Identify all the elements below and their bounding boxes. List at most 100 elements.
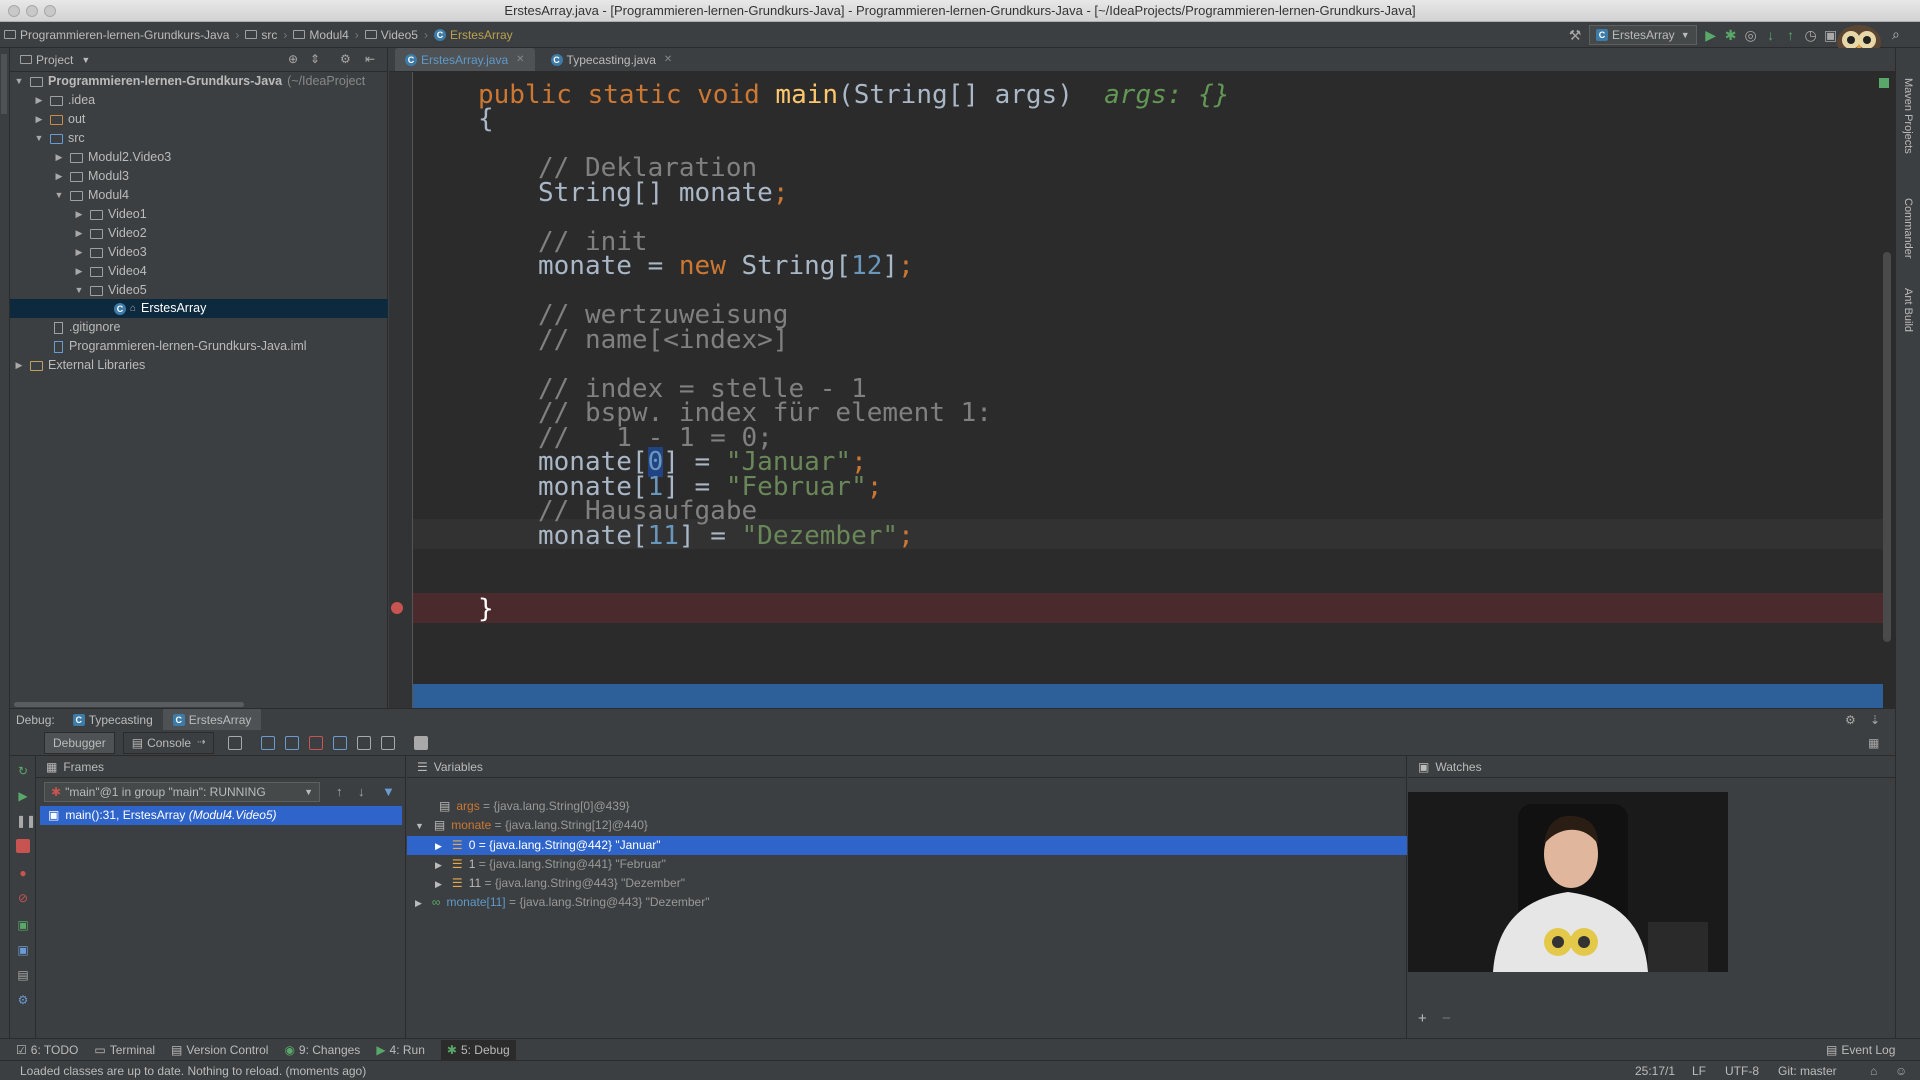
next-frame-icon[interactable]: ↓ — [358, 784, 365, 799]
debug-tab-erstesarray[interactable]: C ErstesArray — [162, 708, 262, 731]
project-horizontal-scrollbar[interactable] — [14, 702, 244, 707]
line-separator[interactable]: LF — [1692, 1061, 1706, 1080]
tab-erstesarray[interactable]: C ErstesArray.java ✕ — [395, 48, 535, 71]
collapsed-icon[interactable]: ▶ — [54, 167, 64, 186]
breadcrumb-video5[interactable]: Video5 › — [364, 28, 428, 42]
tree-item-iml[interactable]: Programmieren-lernen-Grundkurs-Java.iml — [54, 337, 307, 356]
history-icon[interactable]: ◷ — [1801, 25, 1821, 45]
tree-item-external-libraries[interactable]: ▶ External Libraries — [14, 356, 146, 375]
stack-frame-row[interactable]: ▣ main():31, ErstesArray (Modul4.Video5) — [40, 806, 402, 825]
mute-breakpoints-icon[interactable]: ⊘ — [16, 891, 30, 905]
editor-vertical-scrollbar[interactable] — [1883, 252, 1891, 642]
tab-typecasting[interactable]: C Typecasting.java ✕ — [541, 48, 683, 71]
debug-tool-button[interactable]: ✱ 5: Debug — [440, 1039, 516, 1060]
todo-tool-button[interactable]: ☑ 6: TODO — [16, 1043, 78, 1057]
evaluate-expression-icon[interactable] — [414, 735, 429, 750]
breadcrumb-class[interactable]: C ErstesArray — [433, 28, 513, 42]
tree-item-src[interactable]: ▼ src — [34, 129, 85, 148]
collapsed-icon[interactable]: ▶ — [54, 148, 64, 167]
file-encoding[interactable]: UTF-8 — [1725, 1061, 1759, 1080]
gear-icon[interactable]: ⚙ — [340, 52, 351, 66]
remove-watch-button[interactable]: − — [1442, 1010, 1451, 1027]
close-tab-icon[interactable]: ✕ — [664, 54, 672, 65]
gear-icon[interactable]: ⚙ — [1845, 713, 1856, 727]
previous-frame-icon[interactable]: ↑ — [336, 784, 343, 799]
breakpoint-icon[interactable] — [391, 602, 403, 614]
tree-item-modul2-video3[interactable]: ▶ Modul2.Video3 — [54, 148, 172, 167]
collapsed-icon[interactable]: ▶ — [34, 110, 44, 129]
hide-panel-icon[interactable]: ⇣ — [1870, 713, 1880, 727]
step-out-icon[interactable] — [333, 735, 348, 750]
vcs-update-icon[interactable]: ↓ — [1761, 25, 1781, 45]
close-window-button[interactable] — [8, 5, 20, 17]
tree-item-video1[interactable]: ▶ Video1 — [74, 205, 147, 224]
caret-position[interactable]: 25:17/1 — [1635, 1061, 1675, 1080]
tree-item-video2[interactable]: ▶ Video2 — [74, 224, 147, 243]
variable-row-monate-11[interactable]: ▶ ∞ monate[11] = {java.lang.String@443} "D… — [415, 893, 709, 912]
force-step-into-icon[interactable] — [309, 735, 324, 750]
chevron-down-icon[interactable]: ▼ — [81, 55, 90, 65]
vcs-commit-icon[interactable]: ↑ — [1781, 25, 1801, 45]
collapsed-icon[interactable]: ▶ — [435, 841, 442, 851]
get-thread-dump-icon[interactable]: ▣ — [16, 918, 30, 932]
step-over-icon[interactable] — [261, 735, 276, 750]
changes-tool-button[interactable]: ◉ 9: Changes — [284, 1043, 360, 1057]
inspector-icon[interactable]: ☺ — [1895, 1061, 1907, 1080]
code-editor[interactable]: public static void main(String[] args) a… — [389, 72, 1895, 708]
project-view-select[interactable]: Project — [36, 53, 73, 67]
debugger-subtab[interactable]: Debugger — [44, 731, 115, 754]
variable-row-index-1[interactable]: ▶ ☰ 1 = {java.lang.String@441} "Februar" — [435, 855, 666, 874]
locate-icon[interactable]: ⊕ — [288, 52, 298, 66]
debug-icon[interactable]: ✱ — [1721, 25, 1741, 45]
drop-frame-icon[interactable] — [357, 735, 372, 750]
filter-icon[interactable]: ▼ — [382, 784, 395, 799]
collapse-icon[interactable]: ⇕ — [310, 52, 320, 66]
variable-row-monate[interactable]: ▼ ▤ monate = {java.lang.String[12]@440} — [415, 816, 648, 835]
run-to-cursor-icon[interactable] — [381, 735, 396, 750]
tree-item-out[interactable]: ▶ out — [34, 110, 86, 129]
run-tool-button[interactable]: ▶ 4: Run — [376, 1043, 425, 1057]
project-tool-tab[interactable] — [1, 54, 7, 114]
rerun-icon[interactable]: ↻ — [16, 764, 30, 778]
expanded-icon[interactable]: ▼ — [415, 821, 424, 831]
expanded-icon[interactable]: ▼ — [74, 281, 84, 300]
ant-build-tab[interactable]: Ant Build — [1902, 288, 1914, 332]
commander-tab[interactable]: Commander — [1902, 198, 1914, 259]
lock-icon[interactable]: ⌂ — [1870, 1061, 1877, 1080]
collapsed-icon[interactable]: ▶ — [74, 224, 84, 243]
gear-icon[interactable]: ⚙ — [16, 993, 30, 1007]
expanded-icon[interactable]: ▼ — [54, 186, 64, 205]
tree-item-video5[interactable]: ▼ Video5 — [74, 281, 147, 300]
restore-layout-icon[interactable]: ▦ — [1868, 736, 1879, 750]
expanded-icon[interactable]: ▼ — [14, 72, 24, 91]
coverage-icon[interactable]: ◎ — [1741, 25, 1761, 45]
version-control-tool-button[interactable]: ▤ Version Control — [171, 1043, 268, 1057]
collapsed-icon[interactable]: ▶ — [435, 879, 442, 889]
tree-item-modul4[interactable]: ▼ Modul4 — [54, 186, 129, 205]
hide-panel-icon[interactable]: ⇤ — [365, 52, 375, 66]
thread-select[interactable]: ✱ "main"@1 in group "main": RUNNING ▼ — [44, 782, 320, 802]
collapsed-icon[interactable]: ▶ — [14, 356, 24, 375]
resume-icon[interactable]: ▶ — [16, 789, 30, 803]
debug-tab-typecasting[interactable]: C Typecasting — [63, 709, 163, 731]
expanded-icon[interactable]: ▼ — [34, 129, 44, 148]
run-config-select[interactable]: C ErstesArray ▼ — [1589, 25, 1697, 45]
run-icon[interactable]: ▶ — [1701, 25, 1721, 45]
screenshot-icon[interactable]: ▣ — [16, 943, 30, 957]
variable-row-args[interactable]: ▤ args = {java.lang.String[0]@439} — [439, 797, 630, 816]
stop-icon[interactable] — [16, 839, 30, 853]
collapsed-icon[interactable]: ▶ — [34, 91, 44, 110]
settings-icon[interactable]: ▤ — [16, 968, 30, 982]
tree-item-root[interactable]: ▼ Programmieren-lernen-Grundkurs-Java (~… — [14, 72, 366, 91]
minimize-window-button[interactable] — [26, 5, 38, 17]
collapsed-icon[interactable]: ▶ — [435, 860, 442, 870]
collapsed-icon[interactable]: ▶ — [74, 243, 84, 262]
terminal-tool-button[interactable]: ▭ Terminal — [94, 1043, 155, 1057]
tree-item-video3[interactable]: ▶ Video3 — [74, 243, 147, 262]
close-tab-icon[interactable]: ✕ — [516, 54, 524, 65]
pause-icon[interactable]: ❚❚ — [16, 814, 36, 828]
search-icon[interactable]: ⌕ — [1892, 26, 1900, 43]
console-subtab[interactable]: ▤ Console ⇢ — [122, 731, 215, 754]
tree-item-idea[interactable]: ▶ .idea — [34, 91, 96, 110]
maven-projects-tab[interactable]: Maven Projects — [1902, 78, 1914, 154]
